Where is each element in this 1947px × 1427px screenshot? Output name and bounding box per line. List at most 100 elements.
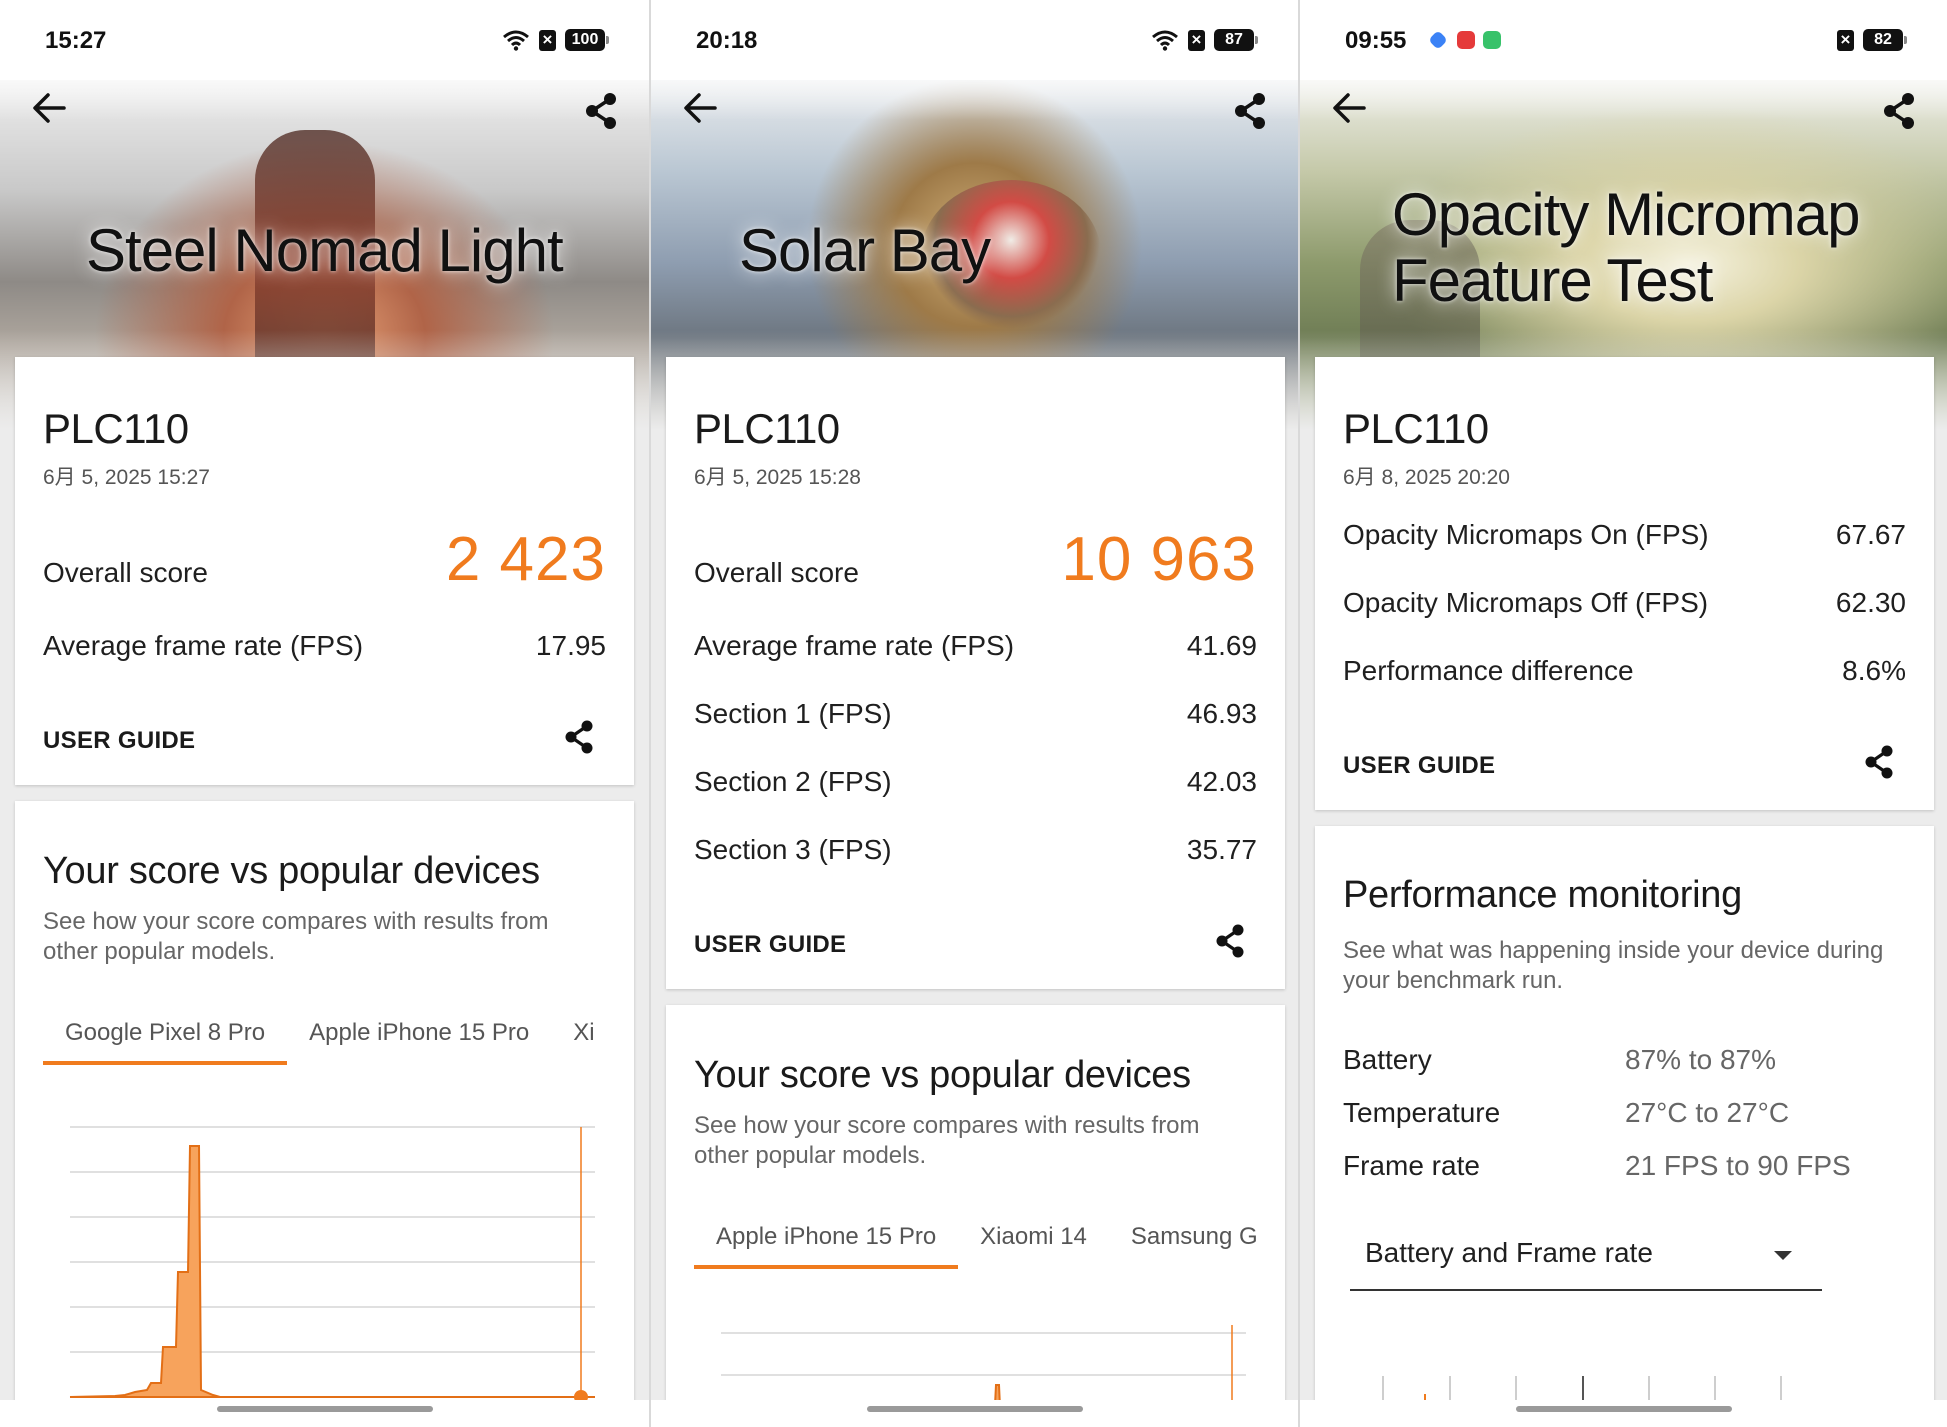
status-icons: 87 [1151, 29, 1258, 51]
device-name: PLC110 [43, 405, 189, 452]
tab-device[interactable]: Apple iPhone 15 Pro [309, 1019, 529, 1065]
result-value: 62.30 [1835, 587, 1906, 618]
home-gesture-handle[interactable] [216, 1406, 433, 1412]
benchmark-title-line: Opacity Micromap [1392, 181, 1860, 248]
music-app-icon [1457, 31, 1475, 49]
result-label: Opacity Micromaps On (FPS) [1343, 519, 1709, 550]
share-icon[interactable] [562, 719, 596, 755]
share-icon[interactable] [1881, 92, 1917, 130]
result-value: 17.95 [535, 630, 606, 661]
sim-off-icon [1837, 29, 1854, 51]
result-label: Section 2 (FPS) [694, 766, 892, 797]
share-icon[interactable] [1232, 92, 1268, 130]
tab-device[interactable]: Google Pixel 8 Pro [43, 1019, 288, 1065]
tab-device[interactable]: Xi [573, 1019, 594, 1065]
result-value: 8.6% [1842, 655, 1906, 686]
benchmark-title: Steel Nomad Light [86, 217, 564, 284]
comparison-card: Your score vs popular devices See how yo… [666, 1005, 1285, 1425]
result-card: PLC110 6月 5, 2025 15:28 Overall score 10… [666, 357, 1285, 989]
phone-screen-steel-nomad-light: 15:27 100 Steel Nomad Light PLC110 6月 5,… [0, 0, 649, 1427]
result-label: Opacity Micromaps Off (FPS) [1343, 587, 1709, 618]
comparison-card: Your score vs popular devices See how yo… [15, 801, 634, 1421]
navigation-bar [651, 1400, 1298, 1427]
phone-screen-opacity-micromap: 09:55 82 Opacity Micromap Feature Test P… [1298, 0, 1947, 1427]
result-value: 67.67 [1835, 519, 1906, 550]
status-bar: 15:27 100 [0, 0, 649, 80]
device-name: PLC110 [694, 405, 840, 452]
monitoring-title: Performance monitoring [1343, 874, 1742, 916]
result-row: Section 3 (FPS) 35.77 [694, 834, 1257, 866]
benchmark-title: Solar Bay [739, 217, 991, 284]
battery-icon: 82 [1863, 29, 1907, 51]
status-bar: 20:18 87 [651, 0, 1298, 80]
navigation-bar [1300, 1400, 1947, 1427]
screenshot-collage: 15:27 100 Steel Nomad Light PLC110 6月 5,… [0, 0, 1947, 1427]
result-date: 6月 8, 2025 20:20 [1343, 466, 1510, 489]
app-notification-icon [1428, 30, 1448, 50]
home-gesture-handle[interactable] [1515, 1406, 1732, 1412]
result-value: 46.93 [1186, 698, 1257, 729]
comparison-title: Your score vs popular devices [694, 1054, 1191, 1096]
wifi-icon [1152, 30, 1178, 51]
result-row: Performance difference 8.6% [1343, 655, 1906, 687]
score-distribution-histogram [69, 1126, 595, 1404]
chart-metric-select[interactable]: Battery and Frame rate [1350, 1219, 1822, 1291]
result-value: 41.69 [1186, 630, 1257, 661]
overall-score-value: 2 423 [445, 525, 606, 594]
tab-device[interactable]: Samsung G [1131, 1223, 1258, 1269]
back-arrow-icon[interactable] [1332, 92, 1366, 124]
battery-icon: 87 [1214, 29, 1258, 51]
result-label: Section 3 (FPS) [694, 834, 892, 865]
user-guide-link[interactable]: USER GUIDE [43, 727, 195, 755]
tab-device[interactable]: Apple iPhone 15 Pro [694, 1223, 959, 1269]
comparison-subtitle: See how your score compares with results… [694, 1112, 1200, 1169]
wifi-icon [503, 30, 529, 51]
status-icons: 82 [1837, 29, 1907, 51]
result-row: Section 2 (FPS) 42.03 [694, 766, 1257, 798]
back-arrow-icon[interactable] [32, 92, 66, 124]
monitoring-row: Temperature 27°C to 27°C [1343, 1097, 1789, 1129]
benchmark-title: Opacity Micromap Feature Test [1392, 181, 1860, 314]
monitoring-row: Battery 87% to 87% [1343, 1044, 1776, 1076]
benchmark-title-line: Feature Test [1392, 247, 1713, 314]
result-card: PLC110 6月 5, 2025 15:27 Overall score 2 … [15, 357, 634, 785]
overall-score-label: Overall score [694, 557, 859, 588]
result-card: PLC110 6月 8, 2025 20:20 Opacity Micromap… [1315, 357, 1934, 810]
result-label: Performance difference [1343, 655, 1634, 686]
monitoring-label: Frame rate [1343, 1150, 1480, 1181]
result-date: 6月 5, 2025 15:28 [694, 466, 861, 489]
result-row: Opacity Micromaps On (FPS) 67.67 [1343, 519, 1906, 551]
result-value: 35.77 [1186, 834, 1257, 865]
result-value: 42.03 [1186, 766, 1257, 797]
status-icons: 100 [502, 29, 609, 51]
monitoring-subtitle: See what was happening inside your devic… [1343, 937, 1884, 994]
result-label: Section 1 (FPS) [694, 698, 892, 729]
user-guide-link[interactable]: USER GUIDE [694, 931, 846, 959]
monitoring-value: 27°C to 27°C [1625, 1097, 1790, 1128]
result-label: Average frame rate (FPS) [43, 630, 364, 661]
share-icon[interactable] [1213, 923, 1247, 959]
status-time: 20:18 [696, 27, 758, 54]
monitoring-label: Temperature [1343, 1097, 1501, 1128]
share-icon[interactable] [583, 92, 619, 130]
home-gesture-handle[interactable] [866, 1406, 1083, 1412]
chart-metric-selected: Battery and Frame rate [1365, 1237, 1653, 1268]
navigation-bar [0, 1400, 649, 1427]
app-notification-icon [1483, 31, 1501, 49]
status-time: 09:55 [1345, 27, 1407, 54]
sim-off-icon [539, 29, 556, 51]
comparison-subtitle: See how your score compares with results… [43, 908, 549, 965]
user-guide-link[interactable]: USER GUIDE [1343, 752, 1495, 780]
device-tabs: Apple iPhone 15 Pro Xiaomi 14 Samsung G [694, 1223, 1265, 1283]
status-bar: 09:55 82 [1300, 0, 1947, 80]
back-arrow-icon[interactable] [683, 92, 717, 124]
share-icon[interactable] [1862, 744, 1896, 780]
result-date: 6月 5, 2025 15:27 [43, 466, 210, 489]
monitoring-value: 21 FPS to 90 FPS [1625, 1150, 1851, 1181]
tab-device[interactable]: Xiaomi 14 [980, 1223, 1087, 1269]
result-label: Average frame rate (FPS) [694, 630, 1015, 661]
monitoring-row: Frame rate 21 FPS to 90 FPS [1343, 1150, 1851, 1182]
battery-icon: 100 [565, 29, 609, 51]
overall-score-label: Overall score [43, 557, 208, 588]
phone-screen-solar-bay: 20:18 87 Solar Bay PLC110 6月 5, 2025 15:… [649, 0, 1298, 1427]
